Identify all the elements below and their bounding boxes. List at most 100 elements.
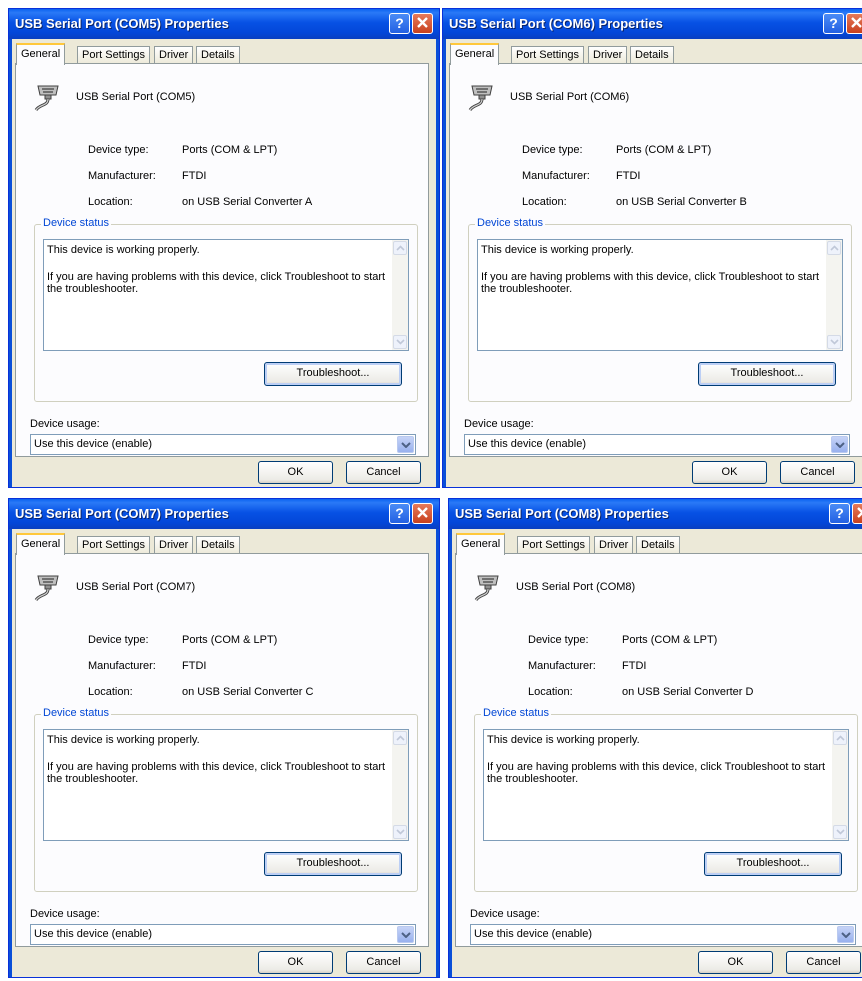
status-scrollbar[interactable]: [826, 240, 842, 350]
device-status-textbox[interactable]: This device is working properly. If you …: [43, 729, 409, 841]
close-x-icon[interactable]: [412, 503, 433, 524]
tab-label: Port Settings: [82, 539, 145, 551]
question-mark-icon[interactable]: ?: [389, 13, 410, 34]
troubleshoot-button[interactable]: Troubleshoot...: [704, 852, 842, 876]
device-usage-select[interactable]: Use this device (enable): [464, 434, 850, 455]
serial-port-cable-icon: [474, 575, 499, 601]
cancel-button[interactable]: Cancel: [346, 951, 421, 974]
window-frame-left: [443, 39, 446, 487]
ok-label: OK: [721, 466, 738, 478]
device-usage-label: Device usage:: [30, 418, 100, 430]
status-help-text: If you are having problems with this dev…: [47, 761, 386, 785]
tab-driver[interactable]: Driver: [594, 536, 634, 554]
properties-dialog: USB Serial Port (COM7) Properties ? Gene…: [8, 498, 440, 978]
device-usage-select[interactable]: Use this device (enable): [30, 434, 416, 455]
close-x-icon[interactable]: [412, 13, 433, 34]
tab-details[interactable]: Details: [630, 46, 674, 64]
location-value: on USB Serial Converter B: [616, 196, 747, 208]
chevron-down-icon[interactable]: [397, 926, 414, 943]
tab-driver[interactable]: Driver: [588, 46, 628, 64]
cancel-button[interactable]: Cancel: [346, 461, 421, 484]
device-usage-label: Device usage:: [470, 908, 540, 920]
scroll-down-arrow-icon[interactable]: [393, 335, 407, 349]
title-bar[interactable]: USB Serial Port (COM8) Properties ?: [449, 499, 862, 529]
cancel-button[interactable]: Cancel: [786, 951, 861, 974]
status-scrollbar[interactable]: [392, 240, 408, 350]
general-tab-panel: USB Serial Port (COM7) Device type: Port…: [15, 553, 429, 947]
device-status-legend: Device status: [41, 707, 112, 719]
tab-label: Port Settings: [82, 49, 145, 61]
device-name: USB Serial Port (COM7): [76, 581, 196, 593]
cancel-button[interactable]: Cancel: [780, 461, 855, 484]
tab-driver[interactable]: Driver: [154, 46, 194, 64]
scroll-up-arrow-icon[interactable]: [393, 731, 407, 745]
tab-driver[interactable]: Driver: [154, 536, 194, 554]
status-scrollbar[interactable]: [392, 730, 408, 840]
device-name: USB Serial Port (COM5): [76, 91, 196, 103]
chevron-down-icon[interactable]: [837, 926, 854, 943]
troubleshoot-button[interactable]: Troubleshoot...: [698, 362, 836, 386]
device-status-textbox[interactable]: This device is working properly. If you …: [43, 239, 409, 351]
tab-details[interactable]: Details: [636, 536, 680, 554]
tab-port-settings[interactable]: Port Settings: [77, 46, 150, 64]
troubleshoot-label: Troubleshoot...: [730, 367, 804, 379]
ok-button[interactable]: OK: [258, 461, 333, 484]
serial-port-cable-icon: [34, 575, 59, 601]
question-mark-icon[interactable]: ?: [823, 13, 844, 34]
title-bar[interactable]: USB Serial Port (COM5) Properties ?: [9, 9, 439, 39]
close-x-icon[interactable]: [852, 503, 862, 524]
device-status-textbox[interactable]: This device is working properly. If you …: [477, 239, 843, 351]
tab-general[interactable]: General: [456, 533, 506, 555]
device-usage-value: Use this device (enable): [468, 438, 587, 450]
general-tab-panel: USB Serial Port (COM6) Device type: Port…: [449, 63, 862, 457]
tab-label: Driver: [159, 49, 189, 61]
tab-port-settings[interactable]: Port Settings: [511, 46, 584, 64]
close-x-icon[interactable]: [846, 13, 862, 34]
device-status-group: Device status This device is working pro…: [34, 217, 418, 402]
question-mark-icon[interactable]: ?: [389, 503, 410, 524]
tab-label: Details: [201, 49, 235, 61]
device-status-group: Device status This device is working pro…: [34, 707, 418, 892]
troubleshoot-button[interactable]: Troubleshoot...: [264, 852, 402, 876]
manufacturer-value: FTDI: [622, 660, 647, 672]
title-bar[interactable]: USB Serial Port (COM6) Properties ?: [443, 9, 862, 39]
title-bar[interactable]: USB Serial Port (COM7) Properties ?: [9, 499, 439, 529]
tab-port-settings[interactable]: Port Settings: [77, 536, 150, 554]
scroll-up-arrow-icon[interactable]: [393, 241, 407, 255]
tab-general[interactable]: General: [16, 533, 66, 555]
status-scrollbar[interactable]: [832, 730, 848, 840]
status-message: This device is working properly.: [481, 244, 634, 256]
serial-port-cable-icon: [468, 85, 493, 111]
tab-label: General: [21, 48, 61, 60]
troubleshoot-button[interactable]: Troubleshoot...: [264, 362, 402, 386]
device-type-value: Ports (COM & LPT): [616, 144, 712, 156]
window-frame-left: [449, 529, 452, 977]
device-type-value: Ports (COM & LPT): [182, 634, 278, 646]
chevron-down-icon[interactable]: [397, 436, 414, 453]
ok-button[interactable]: OK: [698, 951, 773, 974]
device-status-textbox[interactable]: This device is working properly. If you …: [483, 729, 849, 841]
tab-label: General: [21, 538, 61, 550]
location-value: on USB Serial Converter A: [182, 196, 313, 208]
tab-details[interactable]: Details: [196, 536, 240, 554]
ok-button[interactable]: OK: [258, 951, 333, 974]
tab-general[interactable]: General: [16, 43, 66, 65]
scroll-up-arrow-icon[interactable]: [833, 731, 847, 745]
device-usage-select[interactable]: Use this device (enable): [470, 924, 856, 945]
device-usage-label: Device usage:: [30, 908, 100, 920]
ok-button[interactable]: OK: [692, 461, 767, 484]
scroll-up-arrow-icon[interactable]: [827, 241, 841, 255]
tab-details[interactable]: Details: [196, 46, 240, 64]
question-mark-icon[interactable]: ?: [829, 503, 850, 524]
window-frame-left: [9, 529, 12, 977]
device-type-value: Ports (COM & LPT): [182, 144, 278, 156]
device-usage-select[interactable]: Use this device (enable): [30, 924, 416, 945]
chevron-down-icon[interactable]: [831, 436, 848, 453]
tab-port-settings[interactable]: Port Settings: [517, 536, 590, 554]
scroll-down-arrow-icon[interactable]: [827, 335, 841, 349]
scroll-down-arrow-icon[interactable]: [393, 825, 407, 839]
scroll-down-arrow-icon[interactable]: [833, 825, 847, 839]
manufacturer-label: Manufacturer:: [88, 170, 156, 182]
tab-label: Driver: [599, 539, 629, 551]
tab-general[interactable]: General: [450, 43, 500, 65]
